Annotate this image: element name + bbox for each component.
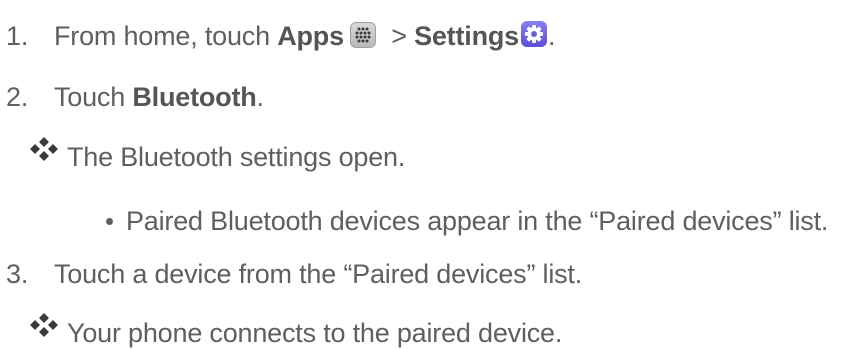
apps-label: Apps xyxy=(277,21,344,51)
step-text: From home, touch xyxy=(54,21,278,51)
step-text: Touch xyxy=(54,82,133,112)
step-number: 3. xyxy=(6,259,29,289)
separator: > xyxy=(383,21,415,51)
diamond-bullet-icon xyxy=(30,313,58,337)
step-suffix: . xyxy=(256,82,265,112)
result-text: Your phone connects to the paired device… xyxy=(67,318,563,348)
step-text: Touch a device from the “Paired devices”… xyxy=(54,259,583,289)
detail-text: Paired Bluetooth devices appear in the “… xyxy=(126,206,829,236)
dot-bullet-icon xyxy=(106,218,113,225)
step-3-result: Your phone connects to the paired device… xyxy=(67,317,562,349)
bluetooth-label: Bluetooth xyxy=(132,82,257,112)
result-text: The Bluetooth settings open. xyxy=(67,142,406,172)
step-number: 1. xyxy=(6,21,29,51)
step-2-result: The Bluetooth settings open. xyxy=(67,141,405,173)
diamond-bullet-icon xyxy=(30,137,58,161)
step-1: 1. From home, touch Apps > Settings . xyxy=(0,20,556,52)
apps-grid-icon xyxy=(349,22,376,48)
step-suffix: . xyxy=(547,21,556,51)
settings-gear-icon xyxy=(520,21,547,47)
settings-label: Settings xyxy=(414,21,519,51)
step-2: 2. Touch Bluetooth. xyxy=(0,81,264,113)
step-3: 3. Touch a device from the “Paired device… xyxy=(0,258,582,290)
step-2-detail: Paired Bluetooth devices appear in the “… xyxy=(126,205,828,237)
step-number: 2. xyxy=(6,82,29,112)
